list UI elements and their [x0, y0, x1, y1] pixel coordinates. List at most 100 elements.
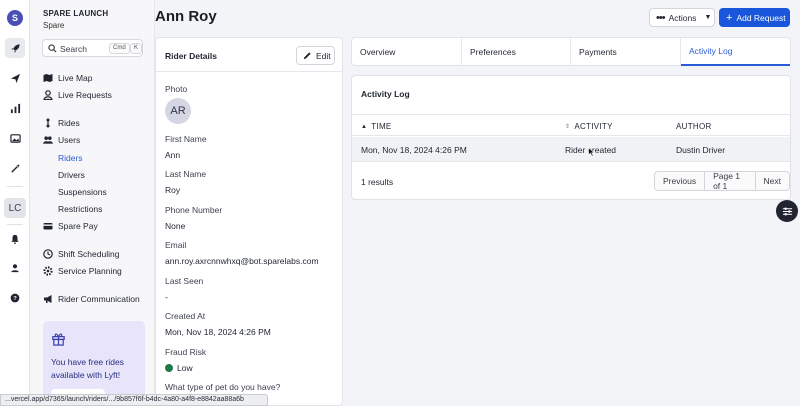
nav-spare-pay-label: Spare Pay [58, 220, 98, 231]
first-name-label: First Name [165, 134, 207, 144]
avatar: AR [165, 98, 191, 124]
rider-details-title: Rider Details [165, 51, 217, 61]
megaphone-icon [43, 294, 53, 304]
gear-icon [43, 265, 53, 276]
bell-icon[interactable] [5, 229, 25, 249]
created-at-value: Mon, Nov 18, 2024 4:26 PM [165, 327, 271, 337]
route-icon [43, 118, 53, 128]
col-activity-label: ACTIVITY [574, 122, 613, 131]
add-request-label: Add Request [736, 12, 786, 23]
table-header: ▲ TIME ⇕ ACTIVITY AUTHOR [352, 114, 790, 136]
image-icon[interactable] [5, 128, 25, 148]
fraud-risk-value: Low [165, 363, 193, 373]
email-label: Email [165, 240, 187, 250]
fraud-risk-text: Low [177, 363, 193, 373]
promo-text: You have free rides available with Lyft! [51, 357, 124, 380]
pagination: Previous Page 1 of 1 Next [654, 171, 790, 191]
nav-live-requests-label: Live Requests [58, 89, 112, 100]
tab-preferences[interactable]: Preferences [462, 38, 571, 66]
tab-overview[interactable]: Overview [352, 38, 462, 66]
row-author: Dustin Driver [676, 145, 726, 155]
workspace-badge[interactable]: LC [4, 198, 26, 218]
nav-sub-drivers[interactable]: Drivers [58, 170, 85, 180]
nav-sub-suspensions[interactable]: Suspensions [58, 187, 107, 197]
results-count: 1 results [361, 177, 394, 187]
nav-service-planning[interactable]: Service Planning [43, 264, 122, 277]
icon-rail: S LC ? [0, 0, 30, 406]
edit-button[interactable]: Edit [296, 46, 335, 65]
col-author[interactable]: AUTHOR [676, 122, 712, 131]
activity-log-title: Activity Log [361, 89, 410, 99]
clock-icon [43, 248, 53, 259]
search-input[interactable]: Search Cmd K [42, 39, 143, 57]
first-name-value: Ann [165, 150, 181, 160]
nav-users-label: Users [58, 134, 81, 145]
rail-divider [7, 224, 23, 225]
nav-live-requests[interactable]: Live Requests [43, 88, 112, 101]
mouse-cursor-icon [588, 147, 595, 157]
link-status-bar: ...vercel.app/d7365/launch/riders/.../9b… [0, 394, 268, 406]
nav-shift-scheduling-label: Shift Scheduling [58, 248, 120, 259]
more-dots-icon: ••• [656, 11, 666, 24]
email-value: ann.roy.axrcnnwhxq@bot.sparelabs.com [165, 256, 319, 266]
phone-label: Phone Number [165, 205, 223, 215]
tab-payments[interactable]: Payments [571, 38, 681, 66]
kbd-cmd: Cmd [109, 43, 130, 54]
tab-activity-log[interactable]: Activity Log [681, 38, 790, 66]
pet-question-label: What type of pet do you have? [165, 382, 281, 392]
sort-icon: ⇕ [565, 124, 571, 130]
svg-text:?: ? [13, 296, 17, 302]
nav-rider-communication[interactable]: Rider Communication [43, 292, 140, 305]
nav-users[interactable]: Users [43, 133, 80, 146]
nav-service-planning-label: Service Planning [58, 265, 122, 276]
page-indicator: Page 1 of 1 [705, 172, 756, 190]
row-time: Mon, Nov 18, 2024 4:26 PM [361, 145, 467, 155]
page-title: Ann Roy [155, 8, 217, 25]
spare-logo-icon[interactable]: S [7, 10, 23, 26]
col-time[interactable]: ▲ TIME [361, 122, 392, 131]
table-row[interactable]: Mon, Nov 18, 2024 4:26 PM Rider created … [352, 137, 790, 162]
add-request-button[interactable]: + Add Request [719, 8, 790, 27]
sliders-icon [782, 207, 792, 215]
last-seen-label: Last Seen [165, 276, 204, 286]
plus-icon: + [726, 11, 733, 24]
users-icon [43, 135, 53, 145]
gift-icon [52, 333, 65, 346]
nav-rides-label: Rides [58, 117, 80, 128]
nav-sub-restrictions[interactable]: Restrictions [58, 204, 102, 214]
nav-live-map-label: Live Map [58, 72, 93, 83]
next-button[interactable]: Next [755, 172, 789, 190]
created-at-label: Created At [165, 311, 206, 321]
nav-shift-scheduling[interactable]: Shift Scheduling [43, 247, 119, 260]
detail-tabs: Overview Preferences Payments Activity L… [351, 37, 791, 66]
sort-asc-icon: ▲ [361, 124, 368, 130]
org-name: SPARE LAUNCH [43, 9, 109, 18]
floating-settings-button[interactable] [776, 200, 798, 222]
credit-card-icon [43, 221, 53, 231]
rail-divider [7, 186, 23, 187]
photo-label: Photo [165, 84, 188, 94]
map-icon [43, 73, 53, 83]
help-icon[interactable]: ? [5, 288, 25, 308]
col-activity[interactable]: ⇕ ACTIVITY [565, 122, 613, 131]
rider-details-card: Rider Details Edit Photo AR First Name A… [155, 37, 343, 406]
send-icon[interactable] [5, 68, 25, 88]
bar-chart-icon[interactable] [5, 98, 25, 118]
nav-rider-communication-label: Rider Communication [58, 293, 140, 304]
previous-button[interactable]: Previous [655, 172, 706, 190]
search-placeholder: Search [60, 44, 87, 54]
nav-live-map[interactable]: Live Map [43, 71, 93, 84]
rider-details-header: Rider Details Edit [156, 38, 342, 72]
nav-sub-riders[interactable]: Riders [58, 153, 83, 163]
nav-rides[interactable]: Rides [43, 116, 80, 129]
rocket-icon[interactable] [5, 38, 25, 58]
phone-value: None [165, 221, 186, 231]
user-badge-icon[interactable] [5, 258, 25, 278]
actions-button[interactable]: ••• Actions ▼ [649, 8, 715, 27]
status-dot-icon [165, 364, 173, 372]
magic-wand-icon[interactable] [5, 158, 25, 178]
caret-down-icon: ▼ [704, 14, 712, 21]
pencil-icon [303, 52, 311, 60]
edit-label: Edit [316, 50, 331, 61]
nav-spare-pay[interactable]: Spare Pay [43, 219, 98, 232]
